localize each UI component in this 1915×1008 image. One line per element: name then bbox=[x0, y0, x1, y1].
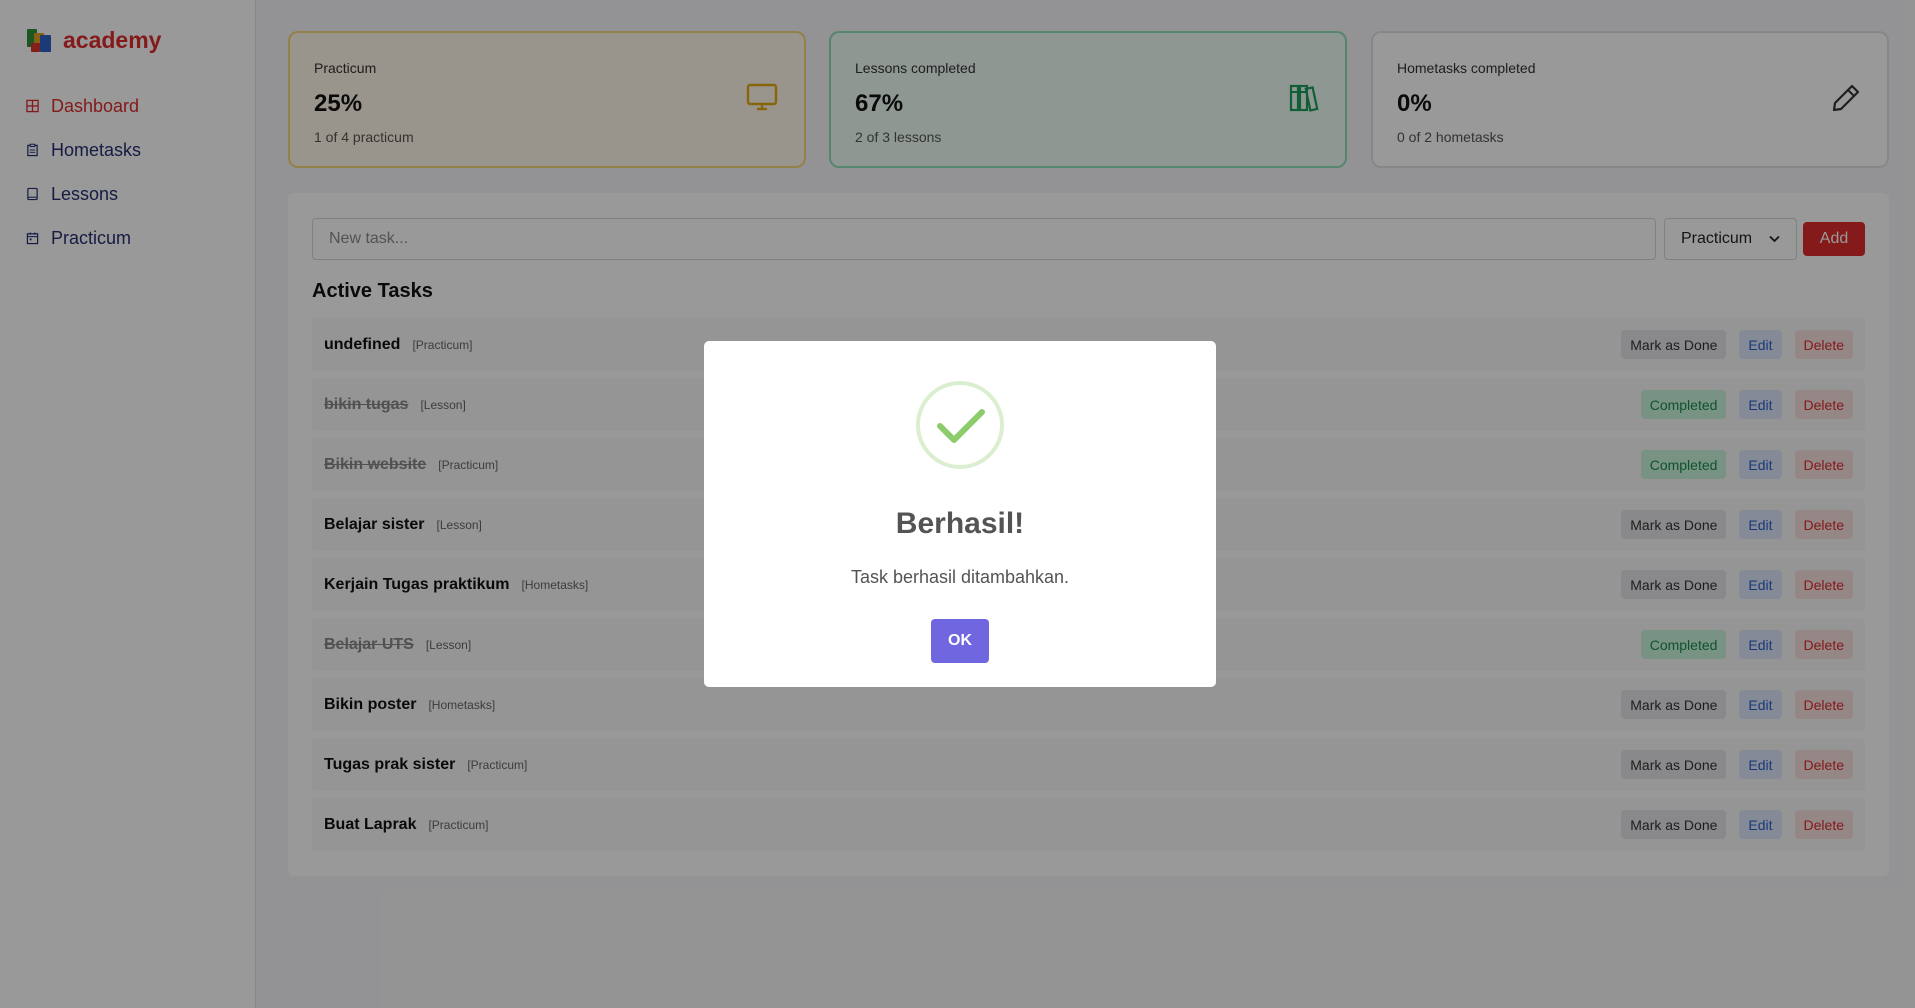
success-check-icon bbox=[916, 381, 1004, 469]
dialog-title: Berhasil! bbox=[895, 507, 1025, 540]
dialog-message: Task berhasil ditambahkan. bbox=[850, 567, 1070, 587]
success-dialog: Berhasil! Task berhasil ditambahkan. OK bbox=[704, 341, 1216, 687]
ok-button[interactable]: OK bbox=[931, 619, 989, 663]
